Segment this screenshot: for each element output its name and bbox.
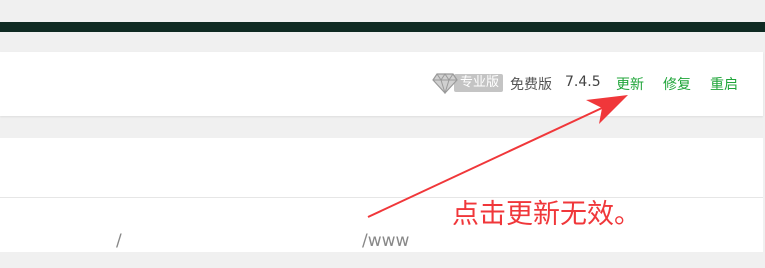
content-panel: / /www (0, 138, 763, 252)
restart-link[interactable]: 重启 (710, 74, 738, 94)
row-divider (0, 197, 763, 198)
pro-edition-badge[interactable]: 专业版 (432, 71, 504, 95)
pro-edition-label: 专业版 (454, 74, 504, 92)
diamond-icon (432, 73, 458, 94)
path-www-text: /www (362, 231, 410, 251)
edition-label: 免费版 (510, 77, 552, 93)
version-number: 7.4.5 (565, 74, 601, 90)
annotation-text: 点击更新无效。 (452, 199, 641, 230)
path-root-text: / (116, 231, 122, 251)
top-dark-bar (0, 22, 765, 32)
header-panel: 专业版 免费版 7.4.5 更新 修复 重启 (0, 52, 763, 116)
repair-link[interactable]: 修复 (663, 74, 691, 94)
update-link[interactable]: 更新 (616, 74, 644, 94)
